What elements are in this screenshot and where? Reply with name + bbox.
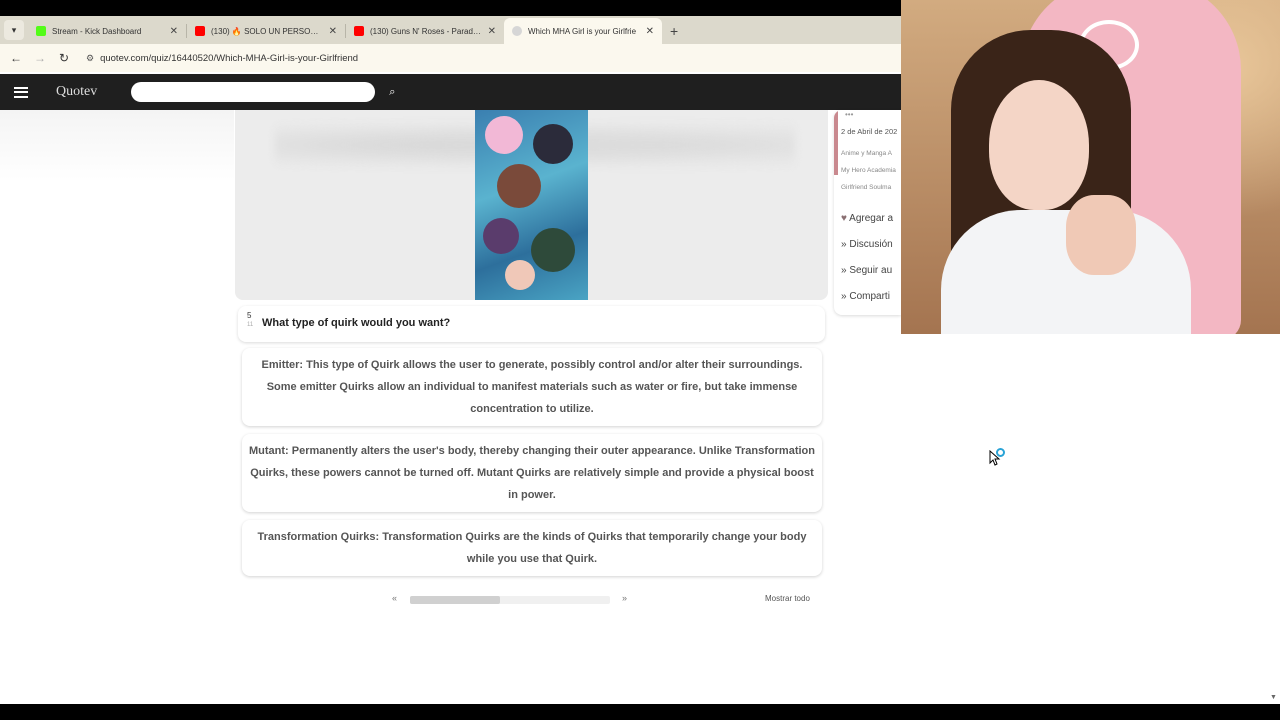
youtube-favicon-icon xyxy=(195,26,205,36)
chevron-icon: » xyxy=(841,239,847,250)
link-label: Discusión xyxy=(849,239,893,250)
more-options-icon[interactable]: ••• xyxy=(845,110,853,119)
link-label: Agregar a xyxy=(849,213,894,224)
link-label: Seguir au xyxy=(849,265,893,276)
tab-title: (130) 🔥 SOLO UN PERSONAJE xyxy=(211,26,323,36)
search-icon[interactable]: ⌕ xyxy=(389,86,395,99)
tab-title: Stream - Kick Dashboard xyxy=(52,26,142,36)
answer-option[interactable]: Transformation Quirks: Transformation Qu… xyxy=(242,520,822,576)
chevron-down-icon[interactable]: ▾ xyxy=(4,20,24,40)
share-link[interactable]: » Comparti xyxy=(841,291,890,302)
tag-line[interactable]: Girlfriend Soulma xyxy=(841,184,891,191)
site-logo[interactable]: Quotev xyxy=(56,84,97,100)
answer-label: Transformation Quirks: xyxy=(257,531,380,543)
progress-fill xyxy=(410,596,500,604)
quiz-image-panel xyxy=(235,110,828,300)
answer-option[interactable]: Mutant: Permanently alters the user's bo… xyxy=(242,434,822,512)
heart-icon: ♥ xyxy=(841,213,847,224)
close-icon[interactable]: ✕ xyxy=(329,26,337,37)
question-card: 5 11 What type of quirk would you want? xyxy=(238,306,825,342)
site-header: Quotev ⌕ xyxy=(0,74,901,110)
quiz-pager: « » Mostrar todo xyxy=(392,593,832,605)
quotev-favicon-icon xyxy=(512,26,522,36)
streamer-hand xyxy=(1066,195,1136,275)
sidebar-accent xyxy=(834,110,838,175)
close-icon[interactable]: ✕ xyxy=(646,26,654,37)
address-bar-row: ← → ↻ ⚙ quotev.com/quiz/16440520/Which-M… xyxy=(0,44,901,72)
chevron-icon: » xyxy=(841,291,847,302)
progress-bar xyxy=(410,596,610,604)
next-page-button[interactable]: » xyxy=(622,593,627,603)
webcam-overlay xyxy=(901,0,1280,334)
browser-tab-bar: ▾ Stream - Kick Dashboard ✕ (130) 🔥 SOLO… xyxy=(0,16,901,44)
link-label: Comparti xyxy=(849,291,890,302)
youtube-favicon-icon xyxy=(354,26,364,36)
tab-youtube-personaje[interactable]: (130) 🔥 SOLO UN PERSONAJE ✕ xyxy=(187,18,345,44)
kick-favicon-icon xyxy=(36,26,46,36)
tune-icon[interactable]: ⚙ xyxy=(86,53,94,64)
url-text: quotev.com/quiz/16440520/Which-MHA-Girl-… xyxy=(100,52,359,64)
close-icon[interactable]: ✕ xyxy=(488,26,496,37)
tab-title: (130) Guns N' Roses - Paradise xyxy=(370,26,482,36)
left-gutter xyxy=(0,110,234,180)
follow-author-link[interactable]: » Seguir au xyxy=(841,265,892,276)
prev-page-button[interactable]: « xyxy=(392,593,397,603)
search-input[interactable] xyxy=(131,82,376,102)
forward-arrow-icon[interactable]: → xyxy=(28,51,52,65)
hamburger-icon[interactable] xyxy=(14,84,28,100)
tab-title: Which MHA Girl is your Girlfrie xyxy=(528,26,637,36)
answer-label: Emitter: xyxy=(261,359,304,371)
streamer-face xyxy=(989,80,1089,210)
screen: ▾ Stream - Kick Dashboard ✕ (130) 🔥 SOLO… xyxy=(0,0,1280,720)
question-total: 11 xyxy=(247,322,254,328)
question-text: What type of quirk would you want? xyxy=(262,317,451,329)
scroll-down-arrow-icon[interactable]: ▼ xyxy=(1270,694,1277,701)
chevron-icon: » xyxy=(841,265,847,276)
tag-line[interactable]: My Hero Academia xyxy=(841,167,896,174)
url-field[interactable]: ⚙ quotev.com/quiz/16440520/Which-MHA-Gir… xyxy=(86,47,901,69)
back-arrow-icon[interactable]: ← xyxy=(4,51,28,65)
answer-text: This type of Quirk allows the user to ge… xyxy=(266,359,803,415)
loading-spinner-icon xyxy=(996,448,1005,457)
reload-icon[interactable]: ↻ xyxy=(52,51,76,65)
close-icon[interactable]: ✕ xyxy=(170,26,178,37)
tab-quotev-quiz[interactable]: Which MHA Girl is your Girlfrie ✕ xyxy=(504,18,662,44)
answer-label: Mutant: xyxy=(248,445,289,457)
tab-kick-dashboard[interactable]: Stream - Kick Dashboard ✕ xyxy=(28,18,186,44)
answer-option[interactable]: Emitter: This type of Quirk allows the u… xyxy=(242,348,822,426)
plus-icon[interactable]: + xyxy=(670,23,678,39)
quiz-sidebar: ••• 2 de Abril de 202 Anime y Manga A My… xyxy=(834,110,901,315)
tag-line[interactable]: Anime y Manga A xyxy=(841,150,892,157)
question-number: 5 xyxy=(247,311,252,320)
answer-text: Transformation Quirks are the kinds of Q… xyxy=(382,531,807,565)
add-to-link[interactable]: ♥ Agregar a xyxy=(841,213,893,224)
discussion-link[interactable]: » Discusión xyxy=(841,239,893,250)
tab-youtube-guns-n-roses[interactable]: (130) Guns N' Roses - Paradise ✕ xyxy=(346,18,504,44)
bottom-letterbox xyxy=(0,704,1280,720)
answer-text: Permanently alters the user's body, ther… xyxy=(250,445,815,501)
publish-date: 2 de Abril de 202 xyxy=(841,127,898,136)
quiz-cover-image xyxy=(475,110,588,300)
show-all-link[interactable]: Mostrar todo xyxy=(765,594,810,603)
